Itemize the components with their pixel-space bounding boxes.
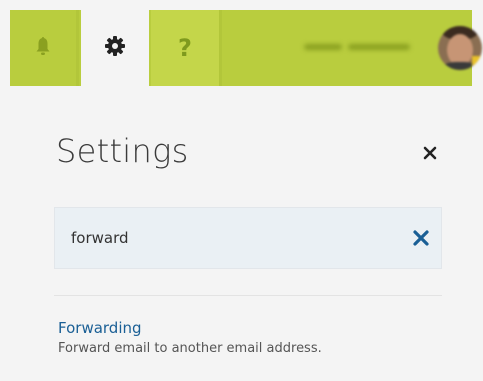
- close-button[interactable]: [420, 143, 440, 163]
- app-frame: ? Settings forward Forwarding Forward em…: [0, 0, 483, 381]
- top-navigation-bar: ?: [10, 10, 482, 86]
- close-icon: [420, 146, 440, 167]
- avatar: [438, 26, 482, 70]
- settings-tab[interactable]: [81, 10, 149, 86]
- tab-separator: [76, 10, 79, 86]
- result-description: Forward email to another email address.: [58, 341, 322, 356]
- search-input[interactable]: [55, 208, 401, 268]
- bell-icon: [35, 36, 51, 60]
- settings-search-box: [54, 207, 442, 269]
- divider: [54, 295, 442, 296]
- page-title: Settings: [56, 132, 189, 170]
- redacted-name-glyph: [304, 44, 410, 50]
- notifications-tab[interactable]: [10, 10, 76, 86]
- result-title[interactable]: Forwarding: [58, 318, 322, 338]
- help-tab[interactable]: ?: [151, 10, 219, 86]
- search-result-forwarding[interactable]: Forwarding Forward email to another emai…: [58, 318, 322, 360]
- avatar-status-badge: [472, 56, 482, 68]
- user-name-blurred: [304, 41, 424, 53]
- clear-search-icon: [411, 230, 431, 252]
- account-menu[interactable]: [222, 10, 482, 86]
- settings-panel: Settings Forwarding Forward email to: [10, 86, 472, 381]
- clear-search-button[interactable]: [411, 228, 431, 248]
- help-icon: ?: [178, 34, 192, 62]
- gear-icon: [104, 35, 126, 61]
